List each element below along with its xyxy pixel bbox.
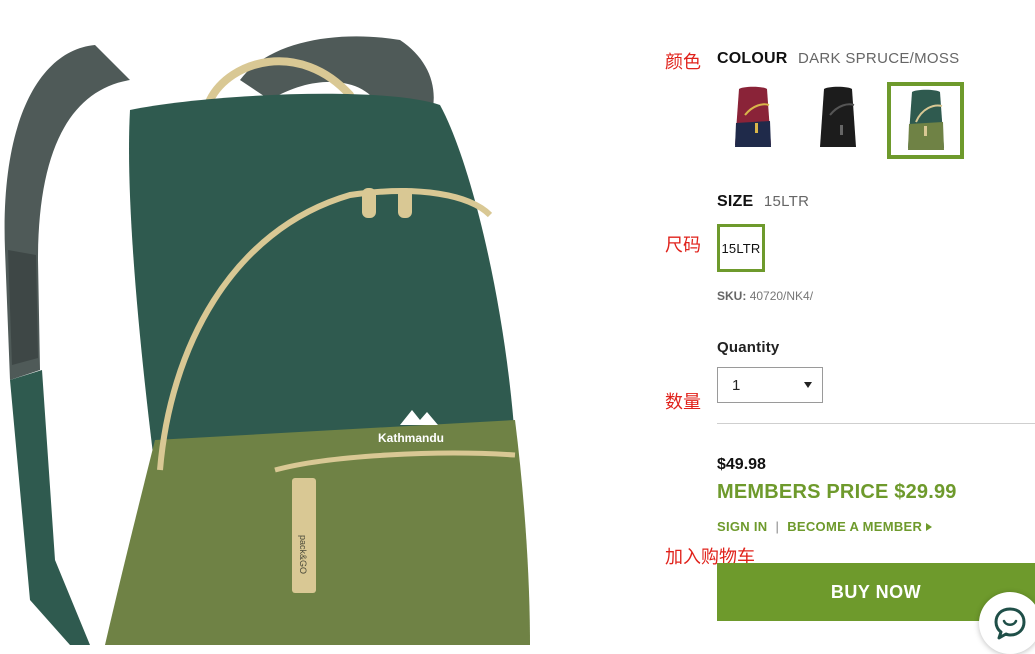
backpack-thumbnail-icon — [820, 86, 856, 147]
caret-right-icon — [926, 523, 933, 531]
sku-line: SKU: 40720/NK4/ — [717, 289, 813, 303]
size-value: 15LTR — [763, 193, 810, 210]
chat-bubble-icon — [994, 607, 1026, 640]
quantity-select[interactable]: 1 — [717, 367, 823, 403]
annotation-size: 尺码 — [665, 235, 701, 256]
member-links: SIGN IN | BECOME A MEMBER — [717, 519, 933, 534]
size-option-15ltr[interactable]: 15LTR — [717, 224, 765, 272]
colour-value: DARK SPRUCE/MOSS — [797, 50, 960, 67]
annotation-quantity: 数量 — [665, 392, 701, 413]
colour-swatch-black[interactable] — [802, 82, 874, 154]
quantity-label: Quantity — [717, 339, 780, 356]
annotation-colour: 颜色 — [665, 52, 701, 73]
chevron-down-icon — [804, 382, 812, 388]
backpack-thumbnail-icon — [735, 86, 771, 147]
size-header: SIZE 15LTR — [717, 193, 809, 211]
link-separator: | — [775, 519, 780, 534]
backpack-illustration: Kathmandu pack&GO — [4, 36, 530, 645]
size-label: SIZE — [717, 193, 754, 210]
pack-tag-text: pack&GO — [298, 535, 308, 574]
sku-value: 40720/NK4/ — [749, 289, 814, 303]
quantity-value: 1 — [732, 376, 741, 394]
colour-label: COLOUR — [717, 50, 788, 67]
colour-swatch-red-navy[interactable] — [717, 82, 789, 154]
members-price: MEMBERS PRICE $29.99 — [717, 481, 957, 503]
become-member-link[interactable]: BECOME A MEMBER — [787, 519, 933, 534]
become-member-label: BECOME A MEMBER — [787, 519, 923, 534]
sign-in-link[interactable]: SIGN IN — [717, 519, 768, 534]
colour-swatch-dark-spruce-moss[interactable] — [887, 82, 964, 159]
regular-price: $49.98 — [717, 456, 766, 473]
colour-header: COLOUR DARK SPRUCE/MOSS — [717, 50, 959, 68]
backpack-thumbnail-icon — [907, 89, 944, 150]
product-image: Kathmandu pack&GO — [0, 0, 560, 645]
divider — [717, 423, 1035, 424]
sku-label: SKU: — [717, 289, 747, 303]
brand-logo-text: Kathmandu — [378, 431, 444, 445]
